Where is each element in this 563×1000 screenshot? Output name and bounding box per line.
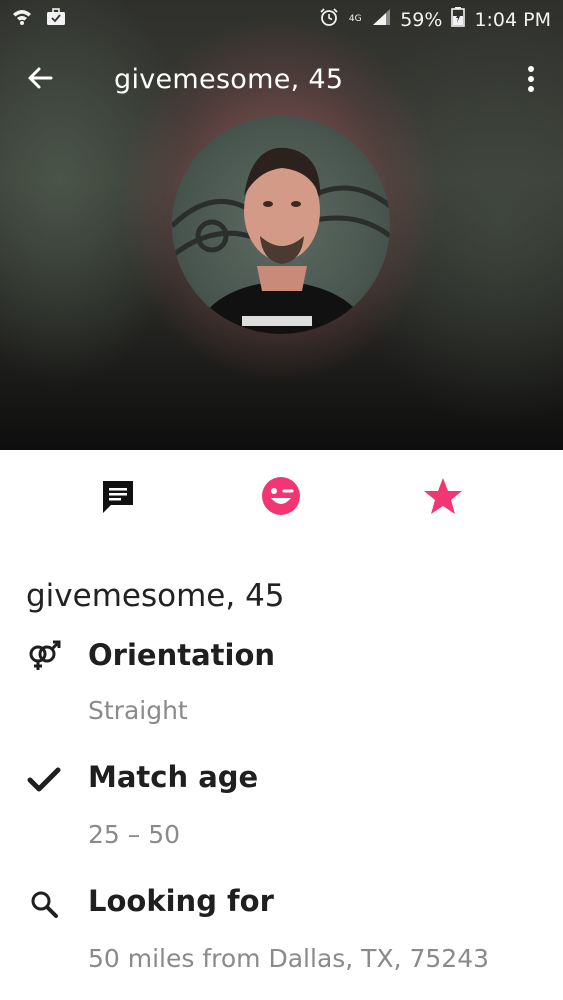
gender-icon <box>24 638 64 674</box>
status-left <box>12 8 66 31</box>
match-age-value: 25 – 50 <box>88 820 181 849</box>
profile-actions <box>0 452 563 542</box>
wink-button[interactable] <box>259 476 303 520</box>
briefcase-icon <box>46 8 66 31</box>
check-icon <box>24 762 64 798</box>
back-arrow-icon <box>26 64 54 96</box>
status-bar: 4G 59% 1:04 PM <box>0 0 563 38</box>
match-age-title: Match age <box>88 760 259 794</box>
more-options-button[interactable] <box>519 62 543 100</box>
wink-icon <box>261 476 301 520</box>
signal-icon <box>371 8 391 31</box>
more-vert-icon <box>527 65 535 97</box>
alarm-icon <box>319 7 339 32</box>
chat-icon <box>99 477 137 519</box>
favorite-button[interactable] <box>421 476 465 520</box>
star-icon <box>423 476 463 520</box>
looking-for-value: 50 miles from Dallas, TX, 75243 <box>88 944 490 973</box>
app-toolbar: givemesome, 45 <box>0 48 563 118</box>
orientation-value: Straight <box>88 696 188 725</box>
search-icon <box>24 886 64 922</box>
clock-time: 1:04 PM <box>474 8 551 31</box>
battery-icon <box>451 7 466 32</box>
profile-avatar[interactable] <box>172 116 390 334</box>
network-type-label: 4G <box>348 14 362 24</box>
avatar-photo <box>172 147 390 334</box>
message-button[interactable] <box>96 476 140 520</box>
profile-header-background: 4G 59% 1:04 PM givemesome, 45 <box>0 0 563 450</box>
looking-for-title: Looking for <box>88 884 274 918</box>
orientation-title: Orientation <box>88 638 276 672</box>
wifi-icon <box>12 8 32 31</box>
back-button[interactable] <box>22 62 58 98</box>
status-right: 4G 59% 1:04 PM <box>319 7 551 32</box>
profile-name: givemesome, 45 <box>26 578 285 614</box>
page-title: givemesome, 45 <box>114 64 344 95</box>
battery-percent: 59% <box>400 8 443 31</box>
